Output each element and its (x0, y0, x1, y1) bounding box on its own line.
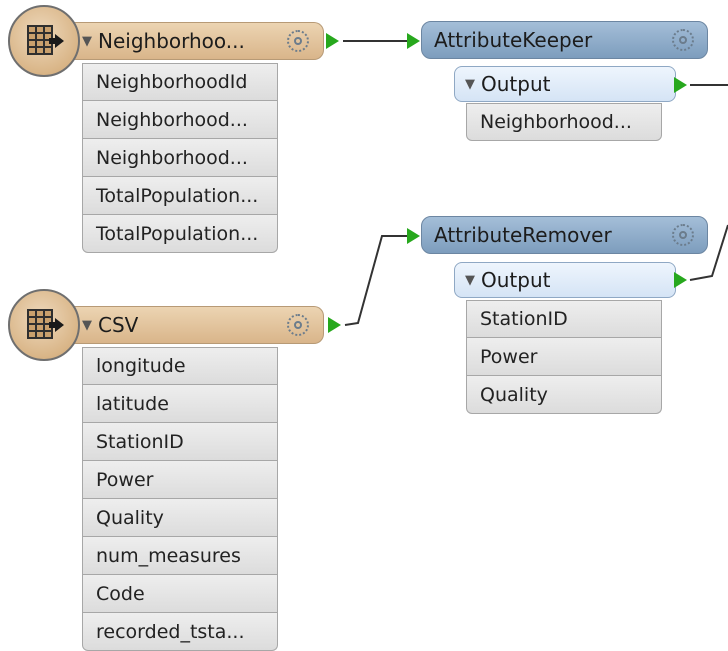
collapse-triangle-icon[interactable]: ▼ (82, 34, 92, 49)
output-port-label: Output (481, 268, 551, 292)
attribute-item: Power (466, 338, 662, 376)
transformer-title: AttributeRemover (434, 223, 612, 247)
reader-attribute-list: NeighborhoodId Neighborhood... Neighborh… (82, 63, 278, 253)
transformer-attribute-list: Neighborhood... (466, 103, 662, 141)
gear-icon[interactable] (287, 314, 309, 336)
gear-icon[interactable] (287, 30, 309, 52)
transformer-attribute-list: StationID Power Quality (466, 300, 662, 414)
input-port-icon[interactable] (407, 228, 420, 244)
table-reader-icon[interactable] (8, 289, 80, 361)
attribute-item: Power (82, 461, 278, 499)
output-port-icon[interactable] (674, 272, 687, 288)
attribute-item: latitude (82, 385, 278, 423)
attribute-item: StationID (466, 300, 662, 338)
attribute-item: NeighborhoodId (82, 63, 278, 101)
gear-icon[interactable] (672, 29, 694, 51)
attribute-item: TotalPopulation... (82, 177, 278, 215)
reader-title: CSV (98, 313, 139, 337)
table-reader-icon[interactable] (8, 5, 80, 77)
reader-header[interactable]: ▼ CSV (74, 306, 324, 344)
collapse-triangle-icon[interactable]: ▼ (82, 318, 92, 333)
input-port-icon[interactable] (407, 33, 420, 49)
output-port-icon[interactable] (328, 317, 341, 333)
attribute-item: num_measures (82, 537, 278, 575)
output-port-icon[interactable] (326, 33, 339, 49)
transformer-header[interactable]: AttributeRemover (421, 216, 708, 254)
attribute-item: StationID (82, 423, 278, 461)
output-port-icon[interactable] (674, 77, 687, 93)
collapse-triangle-icon[interactable]: ▼ (465, 77, 475, 92)
reader-title: Neighborhoo... (98, 29, 245, 53)
attribute-item: recorded_tsta... (82, 613, 278, 651)
attribute-item: Code (82, 575, 278, 613)
transformer-header[interactable]: AttributeKeeper (421, 21, 708, 59)
output-port-label: Output (481, 72, 551, 96)
collapse-triangle-icon[interactable]: ▼ (465, 273, 475, 288)
attribute-item: Quality (82, 499, 278, 537)
output-port-header[interactable]: ▼ Output (454, 262, 676, 298)
reader-header[interactable]: ▼ Neighborhoo... (74, 22, 324, 60)
reader-attribute-list: longitude latitude StationID Power Quali… (82, 347, 278, 651)
attribute-item: Neighborhood... (466, 103, 662, 141)
attribute-item: longitude (82, 347, 278, 385)
attribute-item: Neighborhood... (82, 139, 278, 177)
output-port-header[interactable]: ▼ Output (454, 66, 676, 102)
attribute-item: TotalPopulation... (82, 215, 278, 253)
attribute-item: Neighborhood... (82, 101, 278, 139)
gear-icon[interactable] (672, 224, 694, 246)
transformer-title: AttributeKeeper (434, 28, 593, 52)
connection-csv-to-attributeremover[interactable] (344, 235, 408, 326)
attribute-item: Quality (466, 376, 662, 414)
